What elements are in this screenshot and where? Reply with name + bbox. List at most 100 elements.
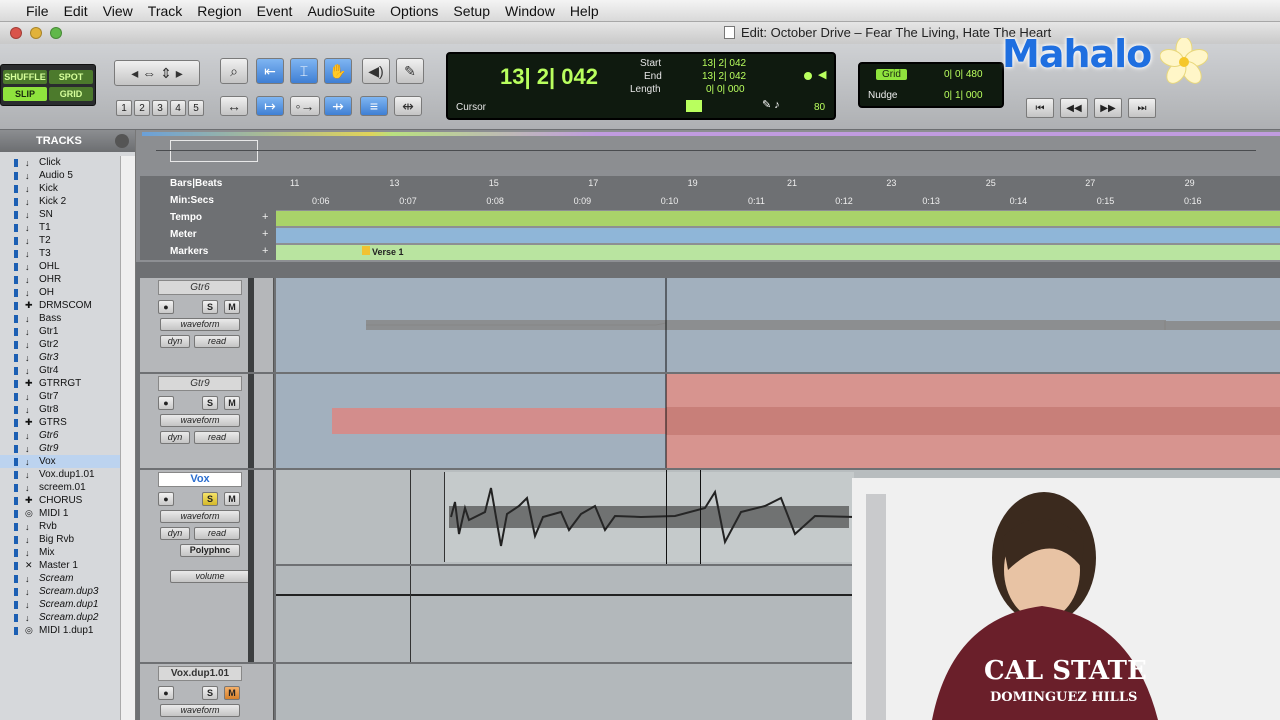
track-list-item[interactable]: ✕ Master 1 — [0, 559, 120, 572]
universe-overview[interactable] — [136, 130, 1280, 170]
track-list-item[interactable]: ✚ GTRS — [0, 416, 120, 429]
track-list-item[interactable]: ↓ Gtr9 — [0, 442, 120, 455]
rewind-button[interactable]: ◀◀ — [1060, 98, 1088, 118]
speaker-icon[interactable]: ◀ — [818, 68, 826, 81]
mute-button[interactable]: M — [224, 686, 240, 700]
pencil-tool-icon[interactable]: ✎ — [396, 58, 424, 84]
track-name-gtr9[interactable]: Gtr9 — [158, 376, 242, 391]
tempo-ruler[interactable] — [276, 211, 1280, 226]
menu-region[interactable]: Region — [197, 3, 252, 19]
slip-mode-button[interactable]: SLIP — [3, 87, 47, 101]
menu-help[interactable]: Help — [570, 3, 610, 19]
track-visibility-icon[interactable] — [14, 548, 18, 557]
nudge-value[interactable]: 0| 1| 000 — [944, 90, 983, 101]
zoom-preset-3[interactable]: 3 — [152, 100, 168, 116]
dynamics-selector[interactable]: dyn — [160, 335, 190, 348]
track-list-item[interactable]: ↓ screem.01 — [0, 481, 120, 494]
track-list-item[interactable]: ✚ CHORUS — [0, 494, 120, 507]
close-window-button[interactable] — [10, 27, 22, 39]
track-visibility-icon[interactable] — [14, 535, 18, 544]
track-visibility-icon[interactable] — [14, 366, 18, 375]
end-value[interactable]: 13| 2| 042 — [702, 71, 746, 82]
meter-ruler[interactable] — [276, 228, 1280, 243]
track-list-item[interactable]: ↓ OH — [0, 286, 120, 299]
spot-mode-button[interactable]: SPOT — [49, 70, 93, 84]
tracks-header[interactable]: TRACKS — [0, 130, 135, 152]
track-lane-gtr6[interactable] — [276, 278, 1280, 372]
track-list-item[interactable]: ↓ Gtr7 — [0, 390, 120, 403]
meter-ruler-label[interactable]: Meter — [140, 229, 276, 240]
zoom-out-horizontal-icon[interactable]: ◂ ⇔ ⇕ ▸ — [114, 60, 200, 86]
track-name-vox[interactable]: Vox — [158, 472, 242, 487]
trim-tool-icon[interactable]: ⇤ — [256, 58, 284, 84]
track-name-gtr6[interactable]: Gtr6 — [158, 280, 242, 295]
track-visibility-icon[interactable] — [14, 431, 18, 440]
track-list-item[interactable]: ↓ Vox — [0, 455, 120, 468]
start-value[interactable]: 13| 2| 042 — [702, 58, 746, 69]
track-list-item[interactable]: ↓ T2 — [0, 234, 120, 247]
track-list-item[interactable]: ↓ Kick 2 — [0, 195, 120, 208]
overview-view-box[interactable] — [170, 140, 258, 162]
markers-ruler[interactable] — [276, 245, 1280, 260]
track-visibility-icon[interactable] — [14, 327, 18, 336]
track-visibility-icon[interactable] — [14, 574, 18, 583]
track-visibility-icon[interactable] — [14, 444, 18, 453]
automation-mode-selector[interactable]: read — [194, 527, 240, 540]
length-value[interactable]: 0| 0| 000 — [706, 84, 745, 95]
track-list-item[interactable]: ↓ Big Rvb — [0, 533, 120, 546]
track-view-selector[interactable]: waveform — [160, 704, 240, 717]
track-visibility-icon[interactable] — [14, 223, 18, 232]
automation-mode-selector[interactable]: read — [194, 431, 240, 444]
solo-button[interactable]: S — [202, 300, 218, 314]
track-visibility-icon[interactable] — [14, 249, 18, 258]
track-list-item[interactable]: ↓ Audio 5 — [0, 169, 120, 182]
track-visibility-icon[interactable] — [14, 522, 18, 531]
menu-view[interactable]: View — [103, 3, 144, 19]
mute-button[interactable]: M — [224, 300, 240, 314]
track-visibility-icon[interactable] — [14, 210, 18, 219]
mute-button[interactable]: M — [224, 492, 240, 506]
dynamics-selector[interactable]: dyn — [160, 527, 190, 540]
track-visibility-icon[interactable] — [14, 379, 18, 388]
track-list-item[interactable]: ↓ Scream.dup2 — [0, 611, 120, 624]
track-visibility-icon[interactable] — [14, 470, 18, 479]
menu-options[interactable]: Options — [390, 3, 449, 19]
track-visibility-icon[interactable] — [14, 171, 18, 180]
track-visibility-icon[interactable] — [14, 613, 18, 622]
track-visibility-icon[interactable] — [14, 340, 18, 349]
track-list-item[interactable]: ↓ Rvb — [0, 520, 120, 533]
track-visibility-icon[interactable] — [14, 288, 18, 297]
tempo-value[interactable]: 80 — [814, 102, 825, 113]
go-to-end-button[interactable]: ⏭ — [1128, 98, 1156, 118]
shuffle-mode-button[interactable]: SHUFFLE — [3, 70, 47, 84]
markers-add-icon[interactable]: + — [262, 245, 268, 257]
track-lane-gtr9[interactable] — [276, 374, 1280, 468]
selector-tool-icon[interactable]: ⌶ — [290, 58, 318, 84]
track-visibility-icon[interactable] — [14, 457, 18, 466]
menu-setup[interactable]: Setup — [453, 3, 501, 19]
record-arm-button[interactable]: ● — [158, 300, 174, 314]
menu-event[interactable]: Event — [257, 3, 304, 19]
minsecs-ruler[interactable]: 0:06 0:07 0:08 0:09 0:10 0:11 0:12 0:13 0:14 0:15… — [276, 194, 1280, 210]
track-list-item[interactable]: ↓ Scream — [0, 572, 120, 585]
track-name-vox-dup1-01[interactable]: Vox.dup1.01 — [158, 666, 242, 681]
minimize-window-button[interactable] — [30, 27, 42, 39]
zoomer-tool-icon[interactable]: ⌕ — [220, 58, 248, 84]
zoom-preset-1[interactable]: 1 — [116, 100, 132, 116]
solo-button[interactable]: S — [202, 686, 218, 700]
track-list-item[interactable]: ↓ OHL — [0, 260, 120, 273]
tempo-add-icon[interactable]: + — [262, 211, 268, 223]
plugin-insert[interactable]: Polyphnc — [180, 544, 240, 557]
track-list-item[interactable]: ↓ Gtr4 — [0, 364, 120, 377]
track-list-item[interactable]: ↓ Gtr8 — [0, 403, 120, 416]
track-list-item[interactable]: ↓ Scream.dup1 — [0, 598, 120, 611]
menu-window[interactable]: Window — [505, 3, 566, 19]
automation-mode-selector[interactable]: read — [194, 335, 240, 348]
meter-add-icon[interactable]: + — [262, 228, 268, 240]
track-visibility-icon[interactable] — [14, 197, 18, 206]
solo-button[interactable]: S — [202, 396, 218, 410]
conductor-icon[interactable] — [686, 100, 702, 112]
bars-beats-ruler-label[interactable]: Bars|Beats — [140, 178, 276, 189]
track-list-item[interactable]: ◎ MIDI 1 — [0, 507, 120, 520]
bars-ruler[interactable]: 11 13 15 17 19 21 23 25 27 29 — [276, 176, 1280, 192]
